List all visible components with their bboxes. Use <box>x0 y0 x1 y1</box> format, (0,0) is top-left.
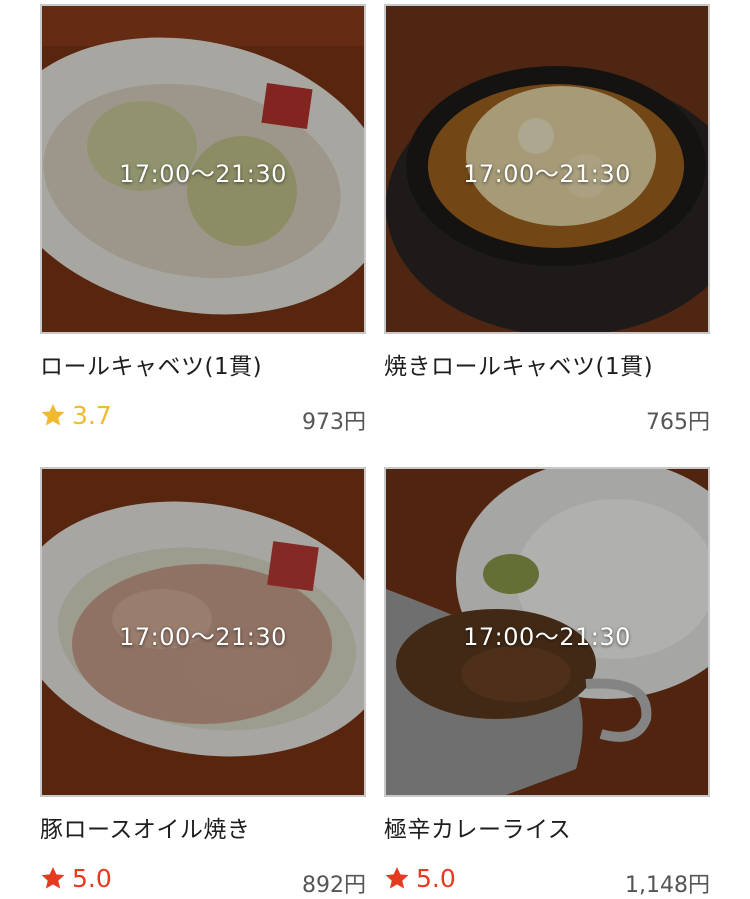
rating-value: 5.0 <box>416 863 456 893</box>
menu-item-name[interactable]: ロールキャベツ(1貫) <box>40 347 262 381</box>
star-icon <box>385 866 409 889</box>
rating: 5.0 <box>40 861 112 895</box>
star-icon <box>41 866 65 889</box>
rating-value: 3.7 <box>72 400 112 430</box>
business-hours: 17:00〜21:30 <box>119 623 287 651</box>
menu-item-name[interactable]: 焼きロールキャベツ(1貫) <box>384 347 653 381</box>
price: 892円 <box>302 873 366 898</box>
rating-value: 5.0 <box>72 863 112 893</box>
menu-item-name[interactable]: 極辛カレーライス <box>384 810 571 844</box>
menu-item-photo[interactable]: 17:00〜21:30 <box>384 4 710 334</box>
rating: 3.7 <box>40 398 112 432</box>
business-hours: 17:00〜21:30 <box>119 160 287 188</box>
star-icon <box>41 403 65 426</box>
menu-item-photo[interactable]: 17:00〜21:30 <box>384 467 710 797</box>
menu-item-photo[interactable]: 17:00〜21:30 <box>40 4 366 334</box>
menu-item-name[interactable]: 豚ロースオイル焼き <box>40 810 250 844</box>
rating: 5.0 <box>384 861 456 895</box>
price: 765円 <box>646 410 710 435</box>
price: 973円 <box>302 410 366 435</box>
menu-item-photo[interactable]: 17:00〜21:30 <box>40 467 366 797</box>
price: 1,148円 <box>625 873 710 898</box>
business-hours: 17:00〜21:30 <box>463 160 631 188</box>
business-hours: 17:00〜21:30 <box>463 623 631 651</box>
